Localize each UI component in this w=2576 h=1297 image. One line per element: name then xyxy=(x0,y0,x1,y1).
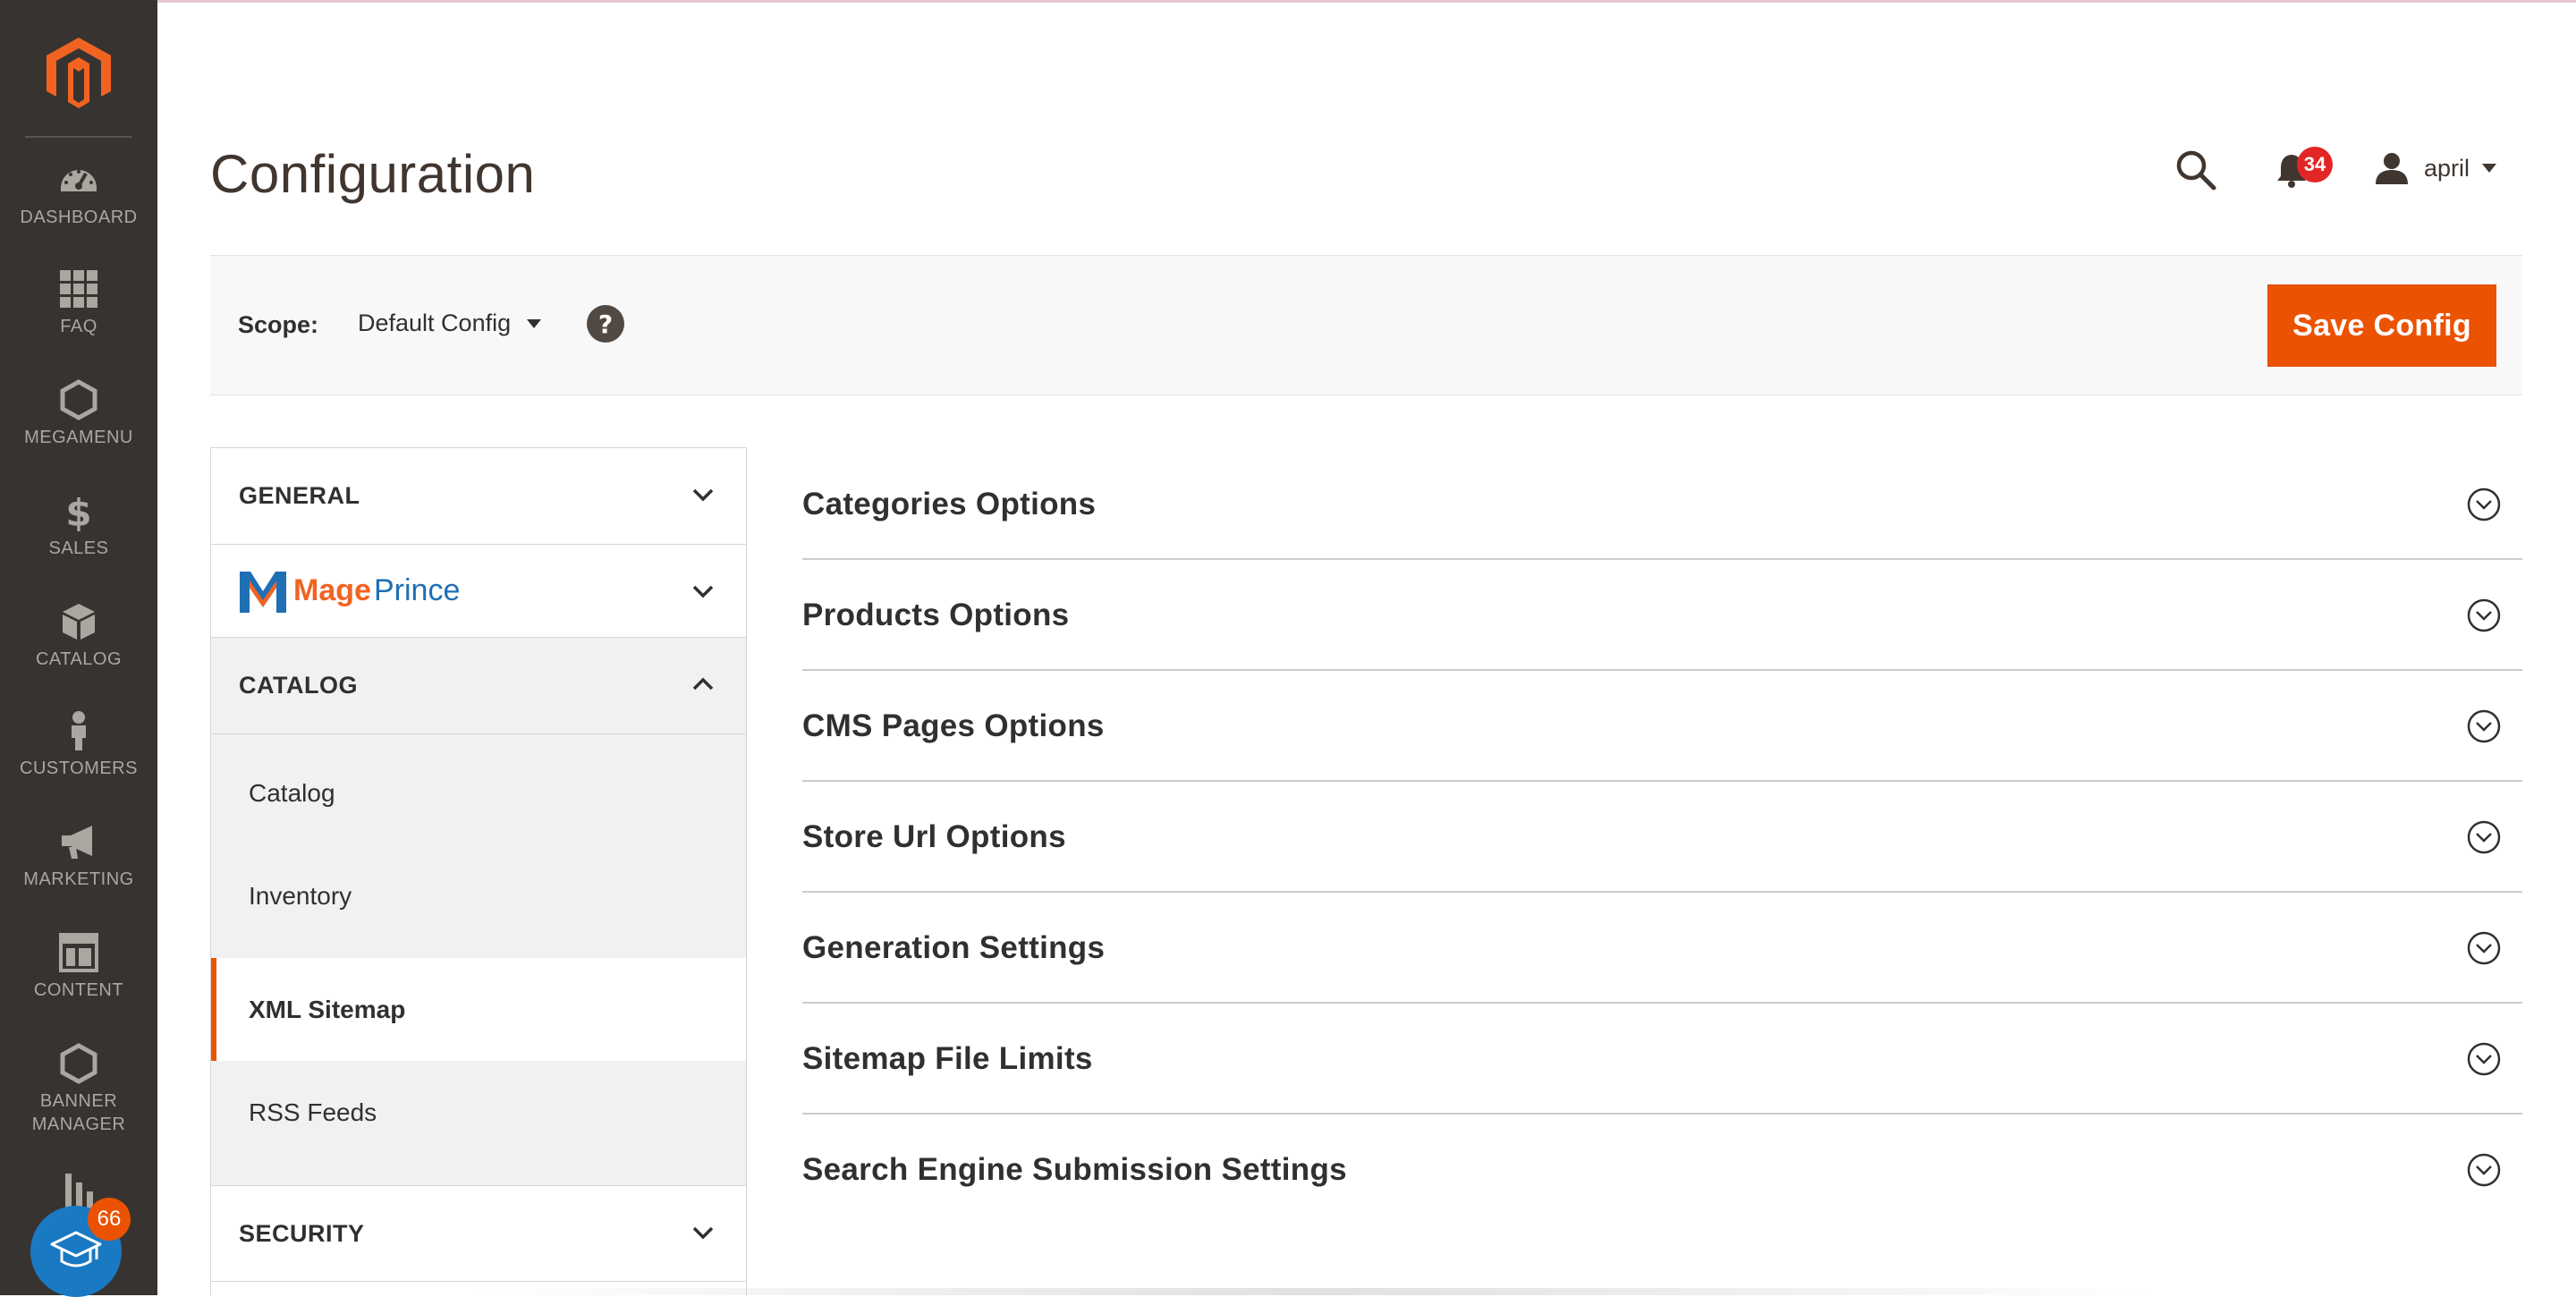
box-icon xyxy=(63,604,95,640)
tab-item-inventory[interactable]: Inventory xyxy=(211,844,746,947)
nav-label: FAQ xyxy=(60,317,97,336)
caret-down-icon xyxy=(527,318,542,328)
bottom-scroll-shadow xyxy=(465,1288,2165,1295)
section-title: Store Url Options xyxy=(802,819,1066,854)
notifications-count-badge: 34 xyxy=(2297,147,2333,182)
nav-item-catalog[interactable]: CATALOG xyxy=(0,601,157,671)
section-store-url-options[interactable]: Store Url Options xyxy=(802,782,2522,893)
expand-circle-icon[interactable] xyxy=(2466,598,2502,633)
chevron-down-icon xyxy=(692,1226,714,1240)
dollar-icon: $ xyxy=(65,491,91,531)
tab-item-label: Catalog xyxy=(249,779,335,807)
tab-item-xml-sitemap[interactable]: XML Sitemap xyxy=(211,958,746,1061)
scope-label: Scope: xyxy=(238,311,319,338)
top-accent-line xyxy=(0,0,2576,3)
mageprince-logo-mage: Mage xyxy=(293,573,371,607)
nav-item-banner-manager[interactable]: BANNER MANAGER xyxy=(0,1043,157,1136)
chevron-up-icon xyxy=(692,677,714,691)
grid-icon xyxy=(60,270,97,308)
section-title: CMS Pages Options xyxy=(802,708,1105,743)
expand-circle-icon[interactable] xyxy=(2466,1041,2502,1077)
dashboard-gauge-icon xyxy=(61,170,97,191)
nav-label: BANNER MANAGER xyxy=(31,1091,126,1134)
nav-label: MARKETING xyxy=(23,869,134,889)
tab-general[interactable]: GENERAL xyxy=(211,448,746,545)
tab-item-label: RSS Feeds xyxy=(249,1098,377,1126)
chevron-down-icon xyxy=(692,488,714,502)
mageprince-logo-prince: Prince xyxy=(374,573,460,607)
scope-switcher-dropdown[interactable]: Default Config xyxy=(358,309,542,337)
tab-mageprince[interactable]: Mage Prince xyxy=(211,545,746,638)
nav-label: CATALOG xyxy=(35,649,123,669)
nav-label: MEGAMENU xyxy=(24,428,133,447)
tab-security[interactable]: SECURITY xyxy=(211,1185,746,1282)
tab-item-catalog[interactable]: Catalog xyxy=(211,742,746,844)
config-tabs-panel: GENERAL Mage Prince CATALOG Catalog Inve… xyxy=(210,447,747,1295)
expand-circle-icon[interactable] xyxy=(2466,487,2502,522)
user-account-menu[interactable]: april xyxy=(2374,150,2497,186)
catalog-tab-items: Catalog Inventory XML Sitemap RSS Feeds xyxy=(211,734,746,1185)
hexagon-icon xyxy=(60,1043,97,1084)
magento-logo[interactable] xyxy=(45,36,113,109)
section-title: Sitemap File Limits xyxy=(802,1041,1093,1076)
search-icon[interactable] xyxy=(2175,149,2216,191)
scope-toolbar: Scope: Default Config ? Save Config xyxy=(210,255,2522,395)
expand-circle-icon[interactable] xyxy=(2466,819,2502,855)
nav-item-marketing[interactable]: MARKETING xyxy=(0,821,157,891)
expand-circle-icon[interactable] xyxy=(2466,930,2502,966)
section-sitemap-file-limits[interactable]: Sitemap File Limits xyxy=(802,1004,2522,1115)
svg-text:?: ? xyxy=(598,309,613,339)
nav-item-customers[interactable]: CUSTOMERS xyxy=(0,710,157,780)
expand-circle-icon[interactable] xyxy=(2466,1152,2502,1188)
megaphone-icon xyxy=(62,826,92,859)
username: april xyxy=(2424,154,2470,182)
section-title: Generation Settings xyxy=(802,930,1106,965)
help-icon[interactable]: ? xyxy=(586,304,625,343)
layout-icon xyxy=(59,933,98,972)
save-config-button[interactable]: Save Config xyxy=(2267,284,2496,367)
svg-text:$: $ xyxy=(65,491,91,531)
page-title: Configuration xyxy=(210,144,536,204)
section-generation-settings[interactable]: Generation Settings xyxy=(802,893,2522,1004)
nav-label: DASHBOARD xyxy=(20,208,138,227)
section-title: Products Options xyxy=(802,598,1070,632)
tab-title: SECURITY xyxy=(239,1220,365,1247)
user-icon xyxy=(2376,153,2408,184)
nav-item-dashboard[interactable]: DASHBOARD xyxy=(0,159,157,229)
chevron-down-icon xyxy=(692,585,714,598)
admin-sidebar: DASHBOARD FAQ MEGAMENU $ SALES CATALOG C… xyxy=(0,0,157,1295)
tab-item-rss-feeds[interactable]: RSS Feeds xyxy=(211,1061,746,1164)
section-title: Categories Options xyxy=(802,487,1097,521)
nav-item-content[interactable]: CONTENT xyxy=(0,932,157,1002)
nav-item-sales[interactable]: $ SALES xyxy=(0,490,157,560)
caret-down-icon xyxy=(2482,164,2497,173)
education-badge: 66 xyxy=(88,1198,131,1241)
hexagon-icon xyxy=(60,379,97,420)
nav-label: CUSTOMERS xyxy=(20,759,138,778)
tab-title: CATALOG xyxy=(239,672,358,699)
tab-item-label: XML Sitemap xyxy=(249,996,406,1023)
nav-label: CONTENT xyxy=(33,980,124,1000)
nav-item-faq[interactable]: FAQ xyxy=(0,268,157,338)
nav-label: SALES xyxy=(48,538,109,558)
section-search-engine-submission-settings[interactable]: Search Engine Submission Settings xyxy=(802,1115,2522,1225)
tab-item-label: Inventory xyxy=(249,882,352,910)
section-title: Search Engine Submission Settings xyxy=(802,1152,1347,1187)
tab-catalog[interactable]: CATALOG xyxy=(211,638,746,734)
section-products-options[interactable]: Products Options xyxy=(802,560,2522,671)
logo-separator xyxy=(25,136,132,138)
section-categories-options[interactable]: Categories Options xyxy=(802,449,2522,560)
expand-circle-icon[interactable] xyxy=(2466,708,2502,744)
section-cms-pages-options[interactable]: CMS Pages Options xyxy=(802,671,2522,782)
scope-value: Default Config xyxy=(358,309,512,336)
tab-title: GENERAL xyxy=(239,482,360,509)
person-icon xyxy=(72,711,86,750)
mageprince-logo: Mage Prince xyxy=(240,572,460,613)
nav-item-megamenu[interactable]: MEGAMENU xyxy=(0,379,157,449)
